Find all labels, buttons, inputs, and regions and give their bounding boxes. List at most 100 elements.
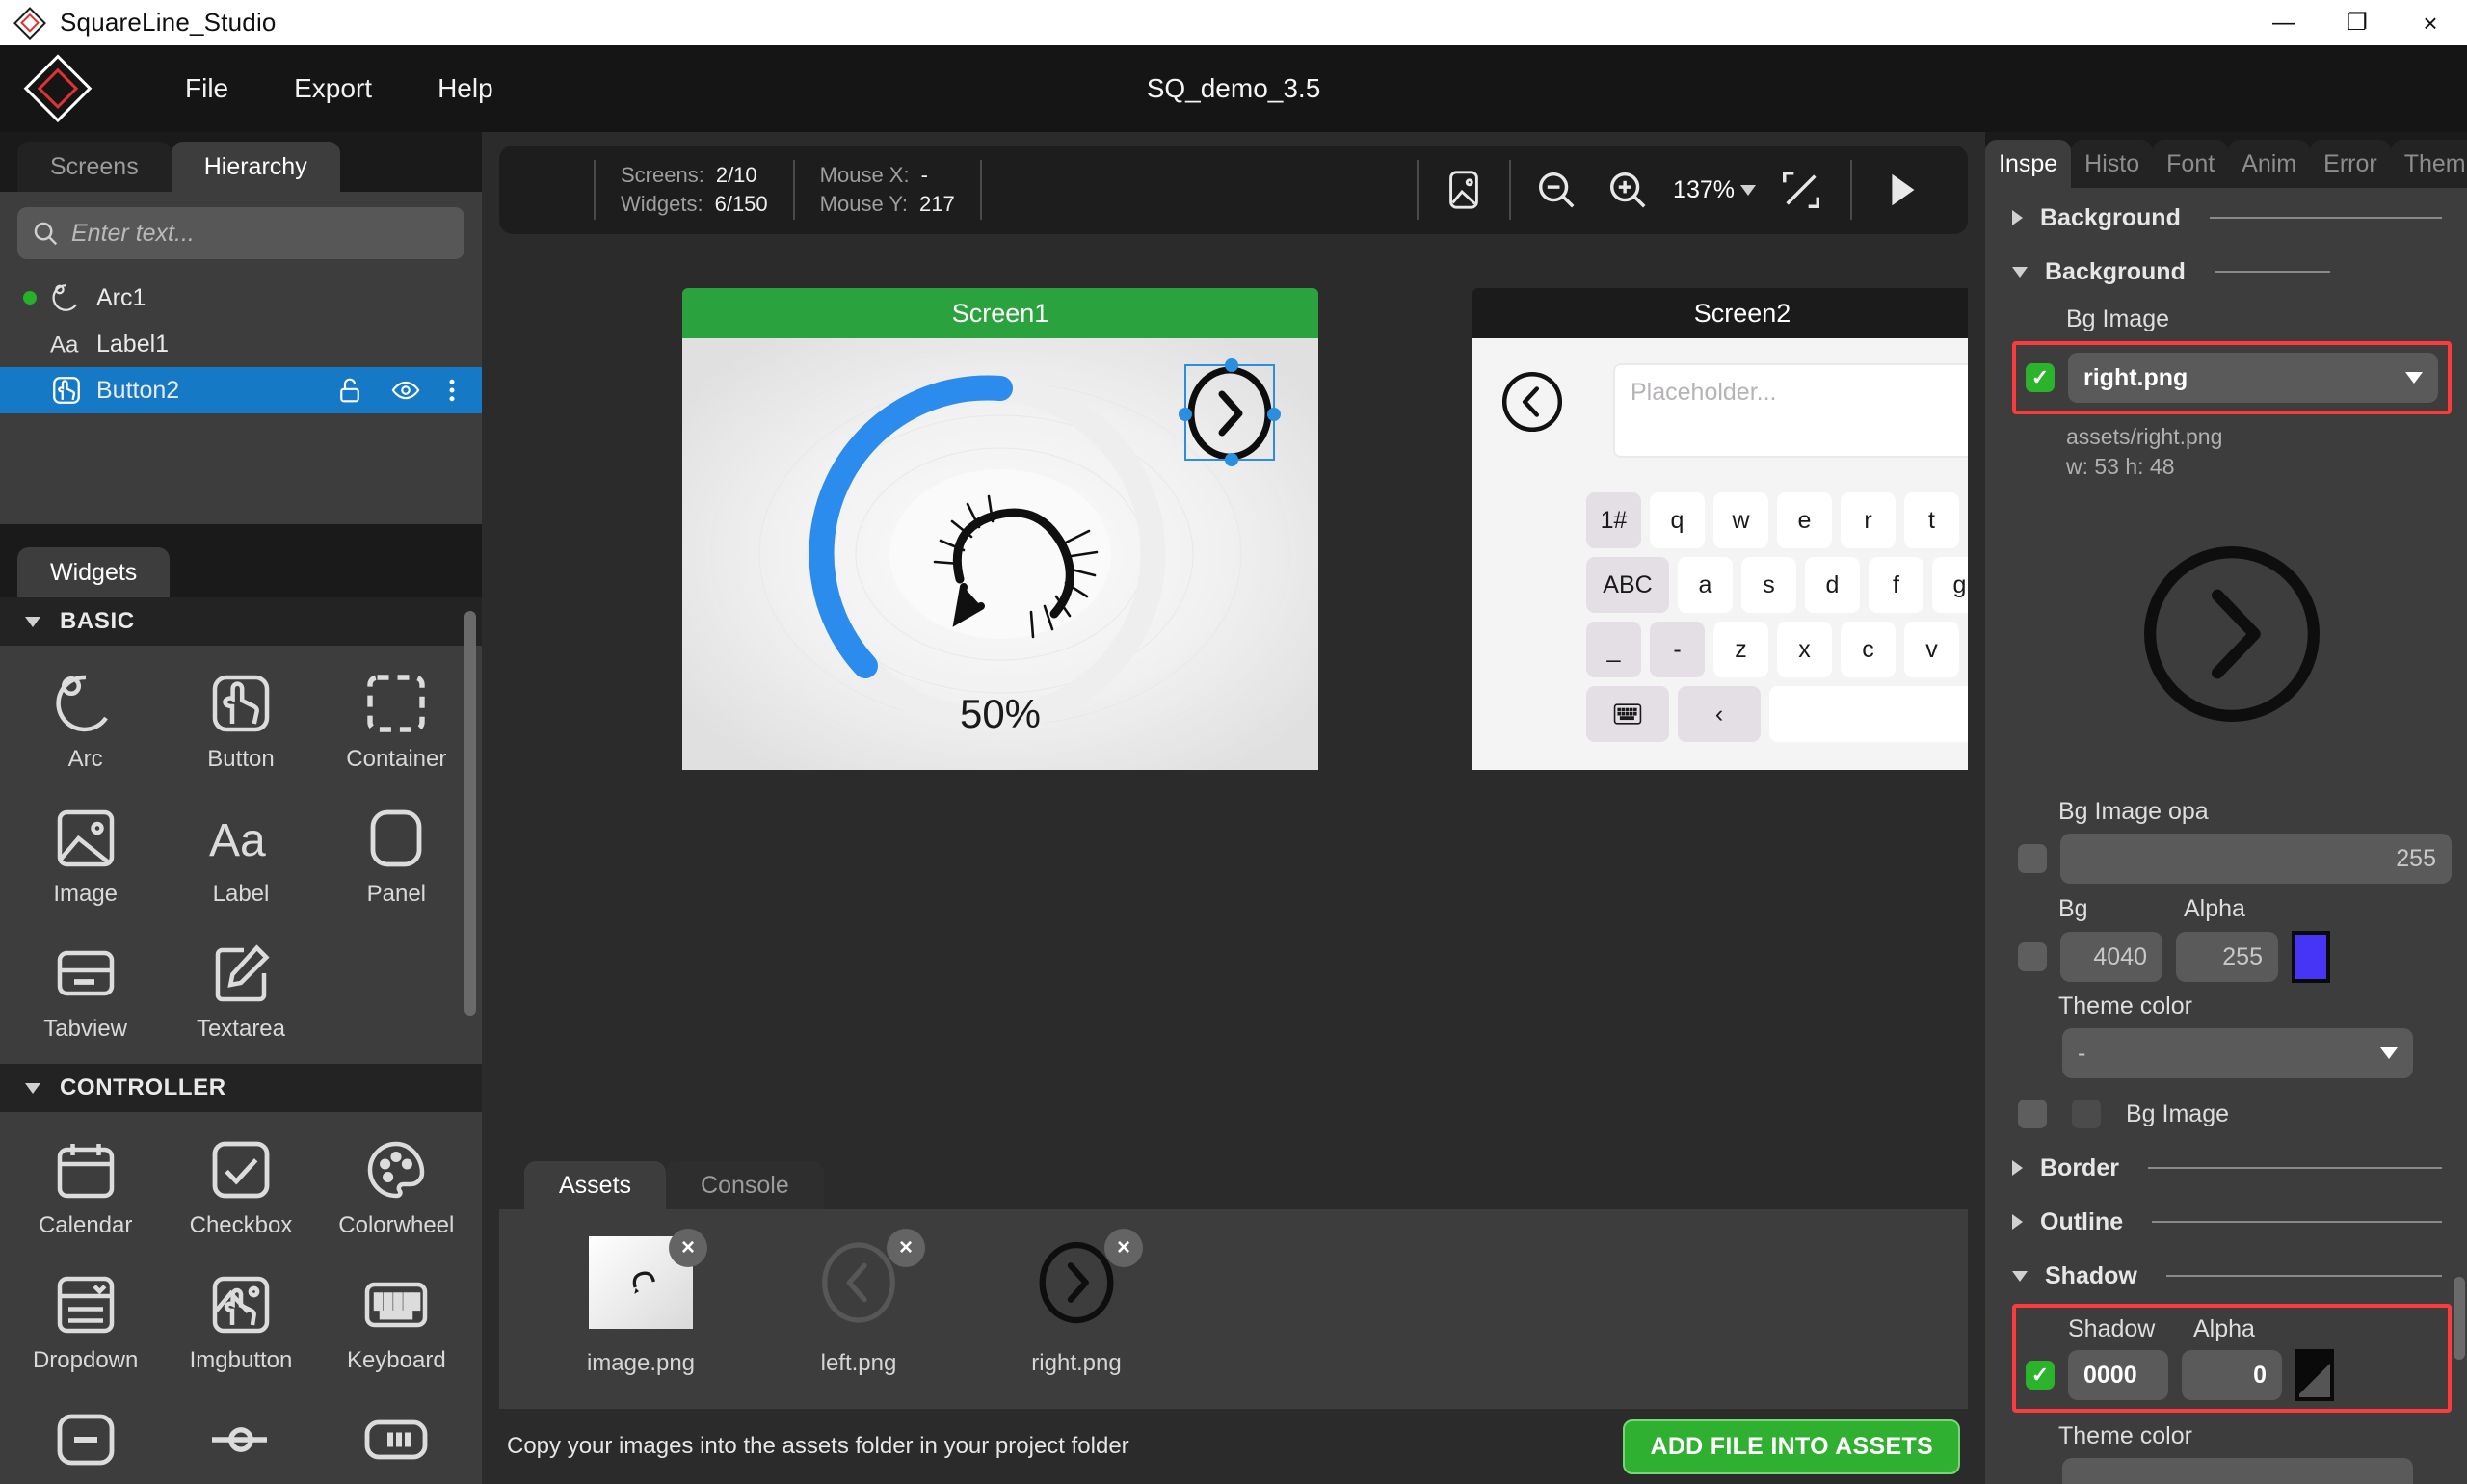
key-q[interactable]: q xyxy=(1650,492,1705,548)
menu-help[interactable]: Help xyxy=(405,66,526,112)
zoom-level-dropdown[interactable]: 137% xyxy=(1673,176,1756,204)
widget-imgbutton[interactable]: Imgbutton xyxy=(163,1257,318,1391)
widget-container[interactable]: Container xyxy=(319,655,474,790)
resize-handle-bottom[interactable] xyxy=(1225,453,1238,466)
key-w[interactable]: w xyxy=(1713,492,1768,548)
key-hyphen[interactable]: - xyxy=(1650,622,1705,677)
key-s[interactable]: s xyxy=(1741,557,1796,613)
widget-partial-2[interactable] xyxy=(163,1391,318,1484)
tab-font[interactable]: Font xyxy=(2153,140,2229,188)
widget-textarea[interactable]: Textarea xyxy=(163,925,318,1060)
section-background-expanded[interactable]: Background xyxy=(2012,248,2452,296)
key-prev[interactable]: ‹ xyxy=(1678,686,1761,742)
asset-remove-button[interactable]: × xyxy=(887,1229,925,1267)
tab-console[interactable]: Console xyxy=(666,1161,824,1209)
bg-image-checkbox[interactable]: ✓ xyxy=(2026,363,2055,392)
fit-screen-icon[interactable] xyxy=(1779,168,1823,212)
widget-palette-scrollbar[interactable] xyxy=(464,611,476,1016)
widget-calendar[interactable]: Calendar xyxy=(8,1122,163,1257)
widget-button[interactable]: Button xyxy=(163,655,318,790)
widget-partial-1[interactable] xyxy=(8,1391,163,1484)
widget-arc[interactable]: Arc xyxy=(8,655,163,790)
screen1-body[interactable]: 50% xyxy=(682,338,1318,770)
tab-screens[interactable]: Screens xyxy=(17,142,172,192)
widget-checkbox[interactable]: Checkbox xyxy=(163,1122,318,1257)
widget-image[interactable]: Image xyxy=(8,790,163,925)
bg-image-toggle-checkbox[interactable] xyxy=(2018,1100,2047,1128)
screen1-title-bar[interactable]: Screen1 xyxy=(682,288,1318,338)
shadow-alpha-input[interactable]: 0 xyxy=(2182,1350,2282,1400)
bg-image-opa-checkbox[interactable] xyxy=(2018,844,2047,873)
bg-color-checkbox[interactable] xyxy=(2018,942,2047,971)
resize-handle-top[interactable] xyxy=(1225,358,1238,372)
shadow-theme-color-dropdown[interactable] xyxy=(2062,1458,2413,1484)
tab-history[interactable]: Histo xyxy=(2071,140,2154,188)
group-header-controller[interactable]: CONTROLLER xyxy=(0,1064,482,1112)
tree-item-arc1[interactable]: Arc1 xyxy=(0,275,482,321)
bg-color-input[interactable]: 4040 xyxy=(2060,932,2162,982)
key-v[interactable]: v xyxy=(1904,622,1959,677)
screen1-container[interactable]: Screen1 50% xyxy=(682,288,1318,770)
search-input[interactable]: Enter text... xyxy=(17,207,464,259)
key-hide-keyboard[interactable] xyxy=(1586,686,1669,742)
widget-dropdown[interactable]: Dropdown xyxy=(8,1257,163,1391)
key-a[interactable]: a xyxy=(1678,557,1733,613)
key-r[interactable]: r xyxy=(1841,492,1896,548)
bg-image-toggle-secondary[interactable] xyxy=(2072,1100,2101,1128)
tab-theme[interactable]: Them xyxy=(2390,140,2467,188)
group-header-basic[interactable]: BASIC xyxy=(0,597,482,646)
tab-animation[interactable]: Anim xyxy=(2228,140,2311,188)
chevron-left-circle-icon[interactable] xyxy=(1498,367,1567,437)
key-x[interactable]: x xyxy=(1777,622,1832,677)
tab-assets[interactable]: Assets xyxy=(524,1161,667,1209)
asset-remove-button[interactable]: × xyxy=(1104,1229,1143,1267)
screen2-body[interactable]: Placeholder... 1# q w e r t y u i xyxy=(1472,338,1968,770)
key-f[interactable]: f xyxy=(1869,557,1923,613)
asset-item[interactable]: × image.png xyxy=(559,1229,723,1377)
key-g[interactable]: g xyxy=(1932,557,1968,613)
key-e[interactable]: e xyxy=(1777,492,1832,548)
tab-widgets[interactable]: Widgets xyxy=(17,547,171,597)
widget-label[interactable]: Aa Label xyxy=(163,790,318,925)
play-icon[interactable] xyxy=(1879,168,1923,212)
close-button[interactable]: × xyxy=(2394,0,2467,45)
asset-item[interactable]: × left.png xyxy=(777,1229,941,1377)
section-background-collapsed[interactable]: Background xyxy=(2012,194,2452,242)
kebab-menu-icon[interactable] xyxy=(447,376,457,405)
inspector-scrollbar[interactable] xyxy=(2454,1277,2465,1360)
key-z[interactable]: z xyxy=(1713,622,1768,677)
tree-item-label1[interactable]: Aa Label1 xyxy=(0,321,482,367)
zoom-out-icon[interactable] xyxy=(1534,168,1578,212)
bg-image-dropdown[interactable]: right.png xyxy=(2068,353,2438,403)
asset-remove-button[interactable]: × xyxy=(669,1229,707,1267)
key-abc[interactable]: ABC xyxy=(1586,557,1669,613)
unlock-icon[interactable] xyxy=(335,376,364,405)
widget-tabview[interactable]: Tabview xyxy=(8,925,163,1060)
bg-image-opa-input[interactable]: 255 xyxy=(2060,834,2452,884)
section-outline[interactable]: Outline xyxy=(2012,1198,2452,1246)
shadow-color-swatch[interactable] xyxy=(2295,1349,2334,1401)
screen2-container[interactable]: Screen2 Placeholder... 1# q w e r t ABC … xyxy=(1472,288,1968,770)
section-border[interactable]: Border xyxy=(2012,1144,2452,1192)
shadow-color-input[interactable]: 0000 xyxy=(2068,1350,2168,1400)
key-underscore[interactable]: _ xyxy=(1586,622,1641,677)
design-canvas[interactable]: Screen1 50% Screen2 Placeholder... 1# q … xyxy=(499,250,1968,1040)
theme-color-dropdown[interactable]: - xyxy=(2062,1028,2413,1078)
bg-color-swatch[interactable] xyxy=(2292,931,2330,983)
minimize-button[interactable]: — xyxy=(2247,0,2321,45)
key-t[interactable]: t xyxy=(1904,492,1959,548)
tree-item-button2[interactable]: Button2 xyxy=(0,367,482,413)
key-c[interactable]: c xyxy=(1841,622,1896,677)
asset-item[interactable]: × right.png xyxy=(995,1229,1158,1377)
screen2-title-bar[interactable]: Screen2 xyxy=(1472,288,1968,338)
keyboard-widget[interactable]: 1# q w e r t y u i o ABC xyxy=(1586,492,1968,742)
selection-box[interactable] xyxy=(1179,358,1281,466)
tab-hierarchy[interactable]: Hierarchy xyxy=(171,142,340,192)
eye-icon[interactable] xyxy=(389,376,422,405)
bg-alpha-input[interactable]: 255 xyxy=(2176,932,2278,982)
key-space[interactable] xyxy=(1769,686,1968,742)
resize-handle-right[interactable] xyxy=(1267,408,1281,421)
section-shadow[interactable]: Shadow xyxy=(2012,1252,2452,1300)
shadow-checkbox[interactable]: ✓ xyxy=(2026,1361,2055,1390)
widget-keyboard[interactable]: Keyboard xyxy=(319,1257,474,1391)
